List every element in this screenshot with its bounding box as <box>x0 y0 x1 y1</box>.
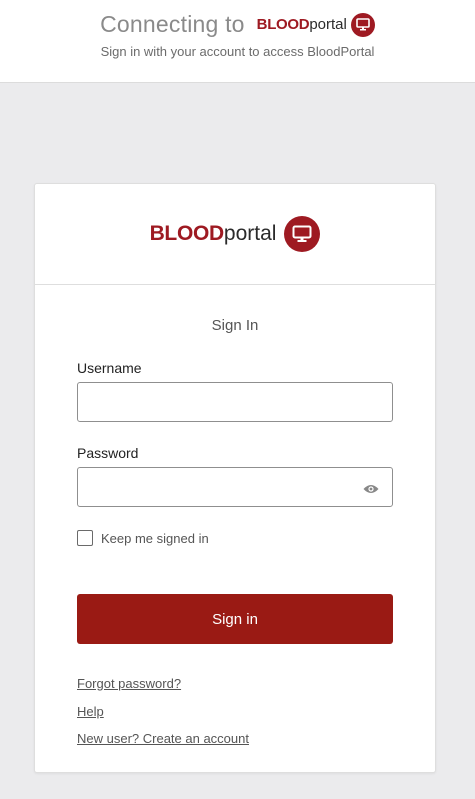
brand-light-text: portal <box>223 222 277 245</box>
card-header: BLOOD portal <box>35 184 435 285</box>
brand-strong-text: BLOOD <box>149 222 225 245</box>
sign-in-button[interactable]: Sign in <box>77 594 393 644</box>
brand-strong-text: BLOOD <box>256 16 310 33</box>
monitor-icon <box>284 216 321 252</box>
form-title: Sign In <box>211 317 259 334</box>
help-link[interactable]: Help <box>77 704 104 719</box>
brand-logo-small: BLOOD portal <box>256 12 375 37</box>
password-input[interactable] <box>77 467 393 507</box>
brand-logo-large: BLOOD portal <box>150 216 321 252</box>
username-label: Username <box>77 360 142 376</box>
password-label: Password <box>77 445 139 461</box>
create-account-link[interactable]: New user? Create an account <box>77 731 249 746</box>
connecting-row: Connecting to BLOOD portal <box>0 11 475 38</box>
top-bar: Connecting to BLOOD portal Sign in with y… <box>0 0 475 83</box>
keep-signed-in-label[interactable]: Keep me signed in <box>101 531 209 546</box>
monitor-icon <box>350 12 375 37</box>
header-subtitle: Sign in with your account to access Bloo… <box>100 44 375 59</box>
brand-light-text: portal <box>309 16 347 33</box>
eye-icon[interactable] <box>357 479 385 499</box>
keep-signed-in-row[interactable]: Keep me signed in <box>77 530 209 546</box>
keep-signed-in-checkbox[interactable] <box>77 530 93 546</box>
username-input[interactable] <box>77 382 393 422</box>
forgot-password-link[interactable]: Forgot password? <box>77 676 181 691</box>
connecting-text: Connecting to <box>100 11 245 37</box>
login-card: BLOOD portal Sign In Username Password Ke… <box>34 183 436 773</box>
